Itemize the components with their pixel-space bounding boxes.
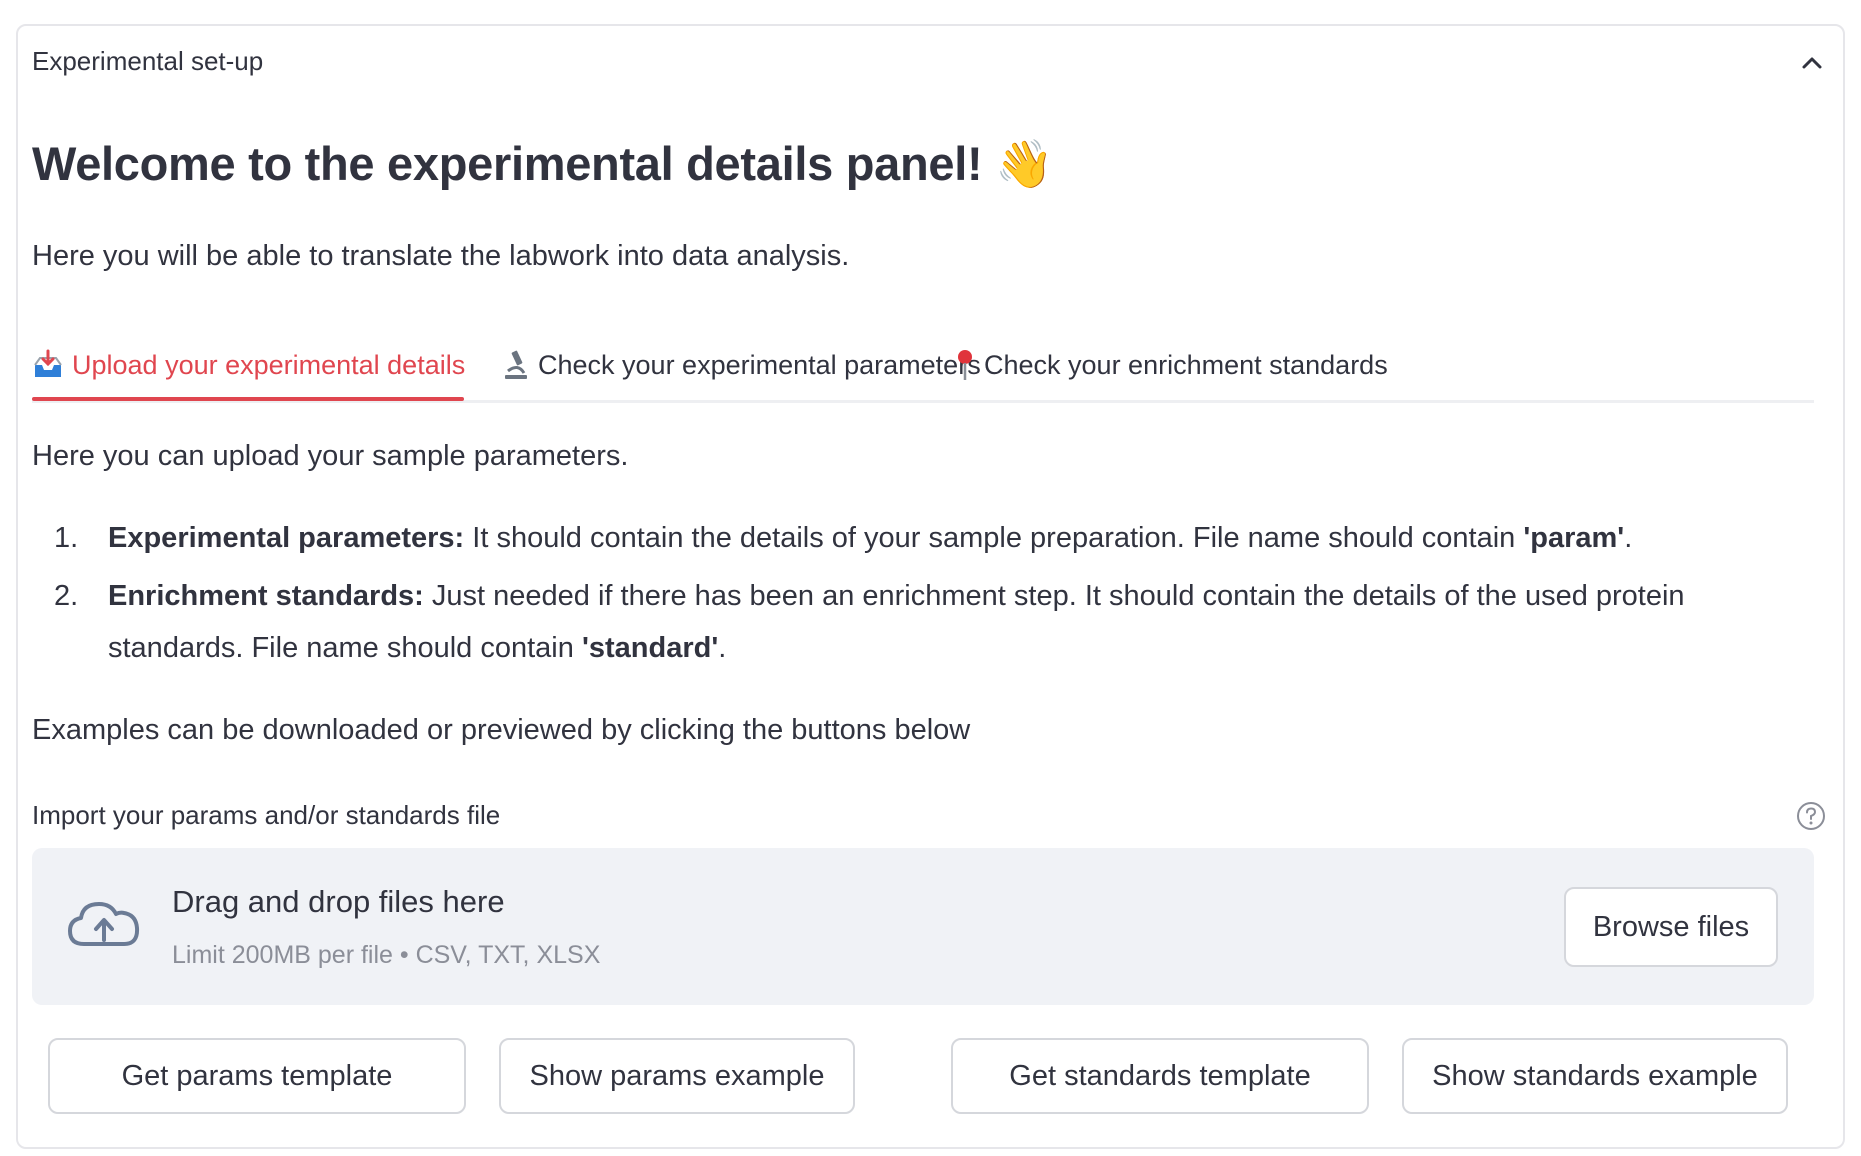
lead-text: Here you can upload your sample paramete…	[32, 440, 629, 472]
list-number: 1.	[54, 522, 79, 554]
list-item-heading: Enrichment standards:	[108, 580, 424, 612]
expander-header[interactable]: Experimental set-up	[32, 46, 263, 77]
chevron-up-icon[interactable]	[1797, 48, 1827, 78]
browse-files-button[interactable]: Browse files	[1564, 887, 1778, 967]
examples-note: Examples can be downloaded or previewed …	[32, 714, 971, 746]
dropzone-limit: Limit 200MB per file • CSV, TXT, XLSX	[172, 941, 601, 969]
get-standards-template-button[interactable]: Get standards template	[951, 1038, 1369, 1114]
list-item: 1. Experimental parameters: It should co…	[32, 512, 1752, 564]
waving-hand-icon: 👋	[995, 137, 1054, 190]
instructions-list: 1. Experimental parameters: It should co…	[32, 512, 1752, 680]
tab-check-parameters[interactable]: Check your experimental parameters	[502, 330, 981, 400]
active-tab-indicator	[32, 397, 464, 401]
file-dropzone[interactable]: Drag and drop files here Limit 200MB per…	[32, 848, 1814, 1005]
list-item-keyword: 'param'	[1523, 522, 1625, 554]
inbox-tray-icon	[32, 349, 64, 381]
list-item-heading: Experimental parameters:	[108, 522, 465, 554]
get-params-template-button[interactable]: Get params template	[48, 1038, 466, 1114]
intro-text: Here you will be able to translate the l…	[32, 240, 850, 272]
tab-label: Upload your experimental details	[72, 349, 466, 380]
list-item-end: .	[1624, 522, 1633, 554]
tab-label: Check your experimental parameters	[538, 349, 981, 380]
microscope-icon	[502, 349, 530, 381]
list-item-text: It should contain the details of your sa…	[464, 522, 1524, 554]
list-item-keyword: 'standard'	[581, 632, 719, 664]
tab-bar: Upload your experimental details Check y…	[32, 330, 1814, 403]
list-item: 2. Enrichment standards: Just needed if …	[32, 570, 1752, 674]
page-title: Welcome to the experimental details pane…	[32, 136, 1054, 192]
show-standards-example-button[interactable]: Show standards example	[1402, 1038, 1788, 1114]
uploader-label: Import your params and/or standards file	[32, 800, 501, 830]
cloud-upload-icon	[66, 896, 142, 957]
list-number: 2.	[54, 580, 79, 612]
help-icon[interactable]	[1795, 800, 1827, 832]
list-item-end: .	[718, 632, 727, 664]
pushpin-icon	[954, 348, 976, 382]
show-params-example-button[interactable]: Show params example	[499, 1038, 855, 1114]
page-title-text: Welcome to the experimental details pane…	[32, 137, 983, 190]
tab-check-standards[interactable]: Check your enrichment standards	[954, 330, 1388, 400]
dropzone-title: Drag and drop files here	[172, 884, 505, 919]
tab-label: Check your enrichment standards	[984, 349, 1388, 380]
tab-upload-details[interactable]: Upload your experimental details	[32, 330, 465, 400]
